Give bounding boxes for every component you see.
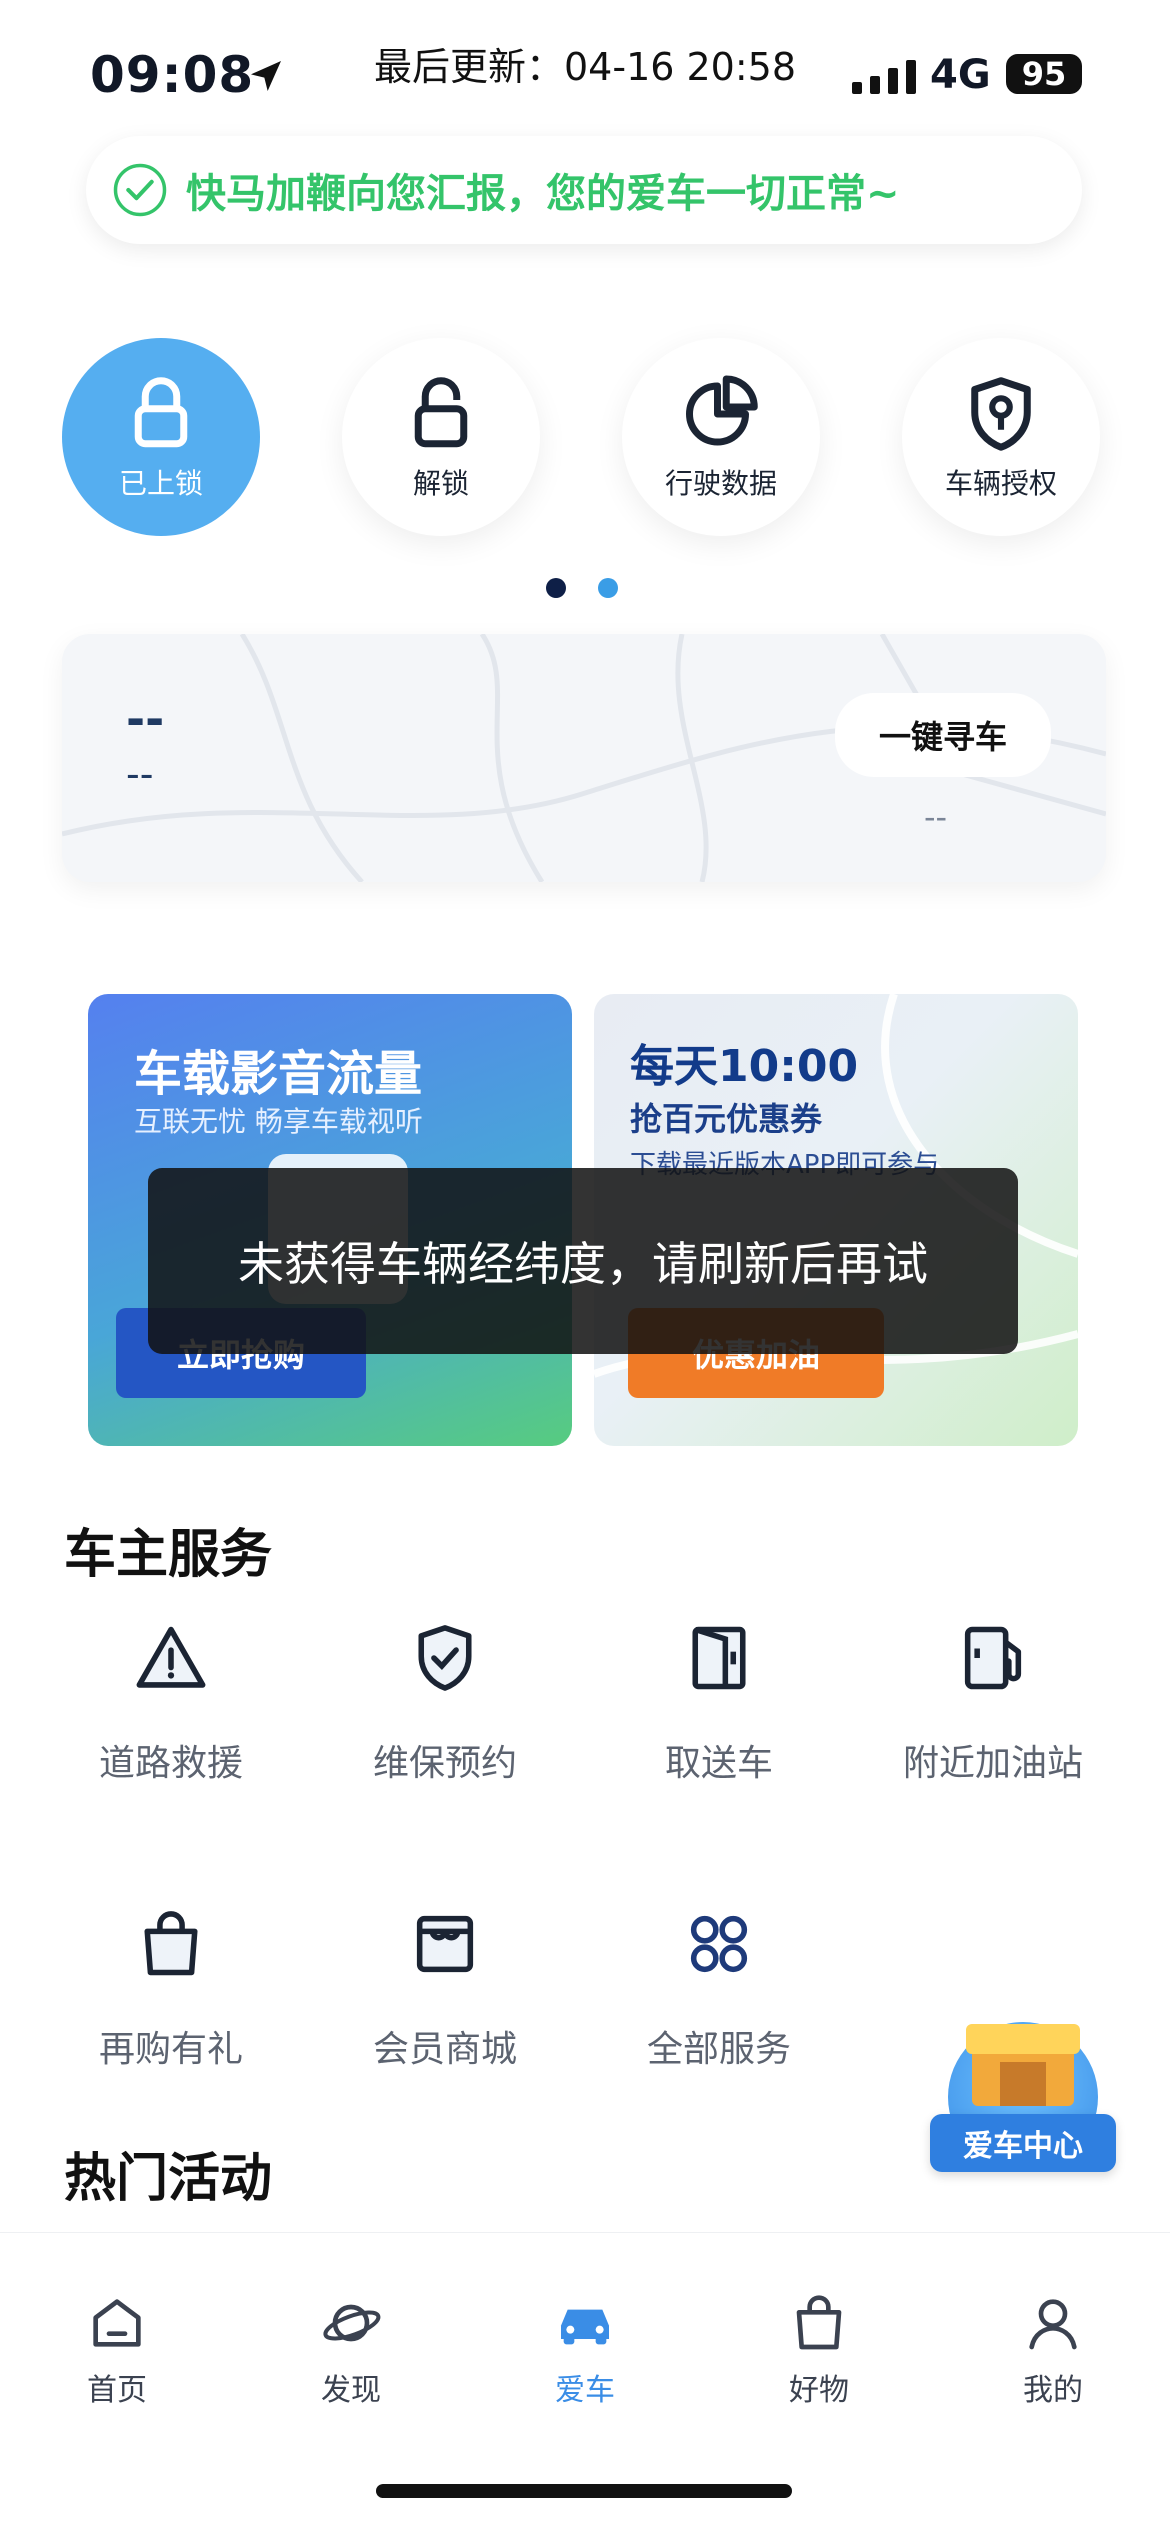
car-location-card: -- -- 一键寻车 -- — [62, 634, 1106, 882]
control-unlock[interactable]: 解锁 — [342, 338, 540, 536]
battery-icon: 95 — [1006, 54, 1082, 94]
car-center-label: 爱车中心 — [930, 2114, 1116, 2172]
door-icon — [692, 1626, 746, 1690]
lock-closed-icon — [134, 377, 188, 448]
check-circle-icon — [113, 163, 167, 217]
car-address: -- — [126, 692, 165, 746]
last-update-text: 最后更新：04-16 20:58 — [374, 45, 797, 89]
control-vehicle-auth[interactable]: 车辆授权 — [902, 338, 1100, 536]
promo-title: 车载影音流量 — [134, 1046, 423, 1102]
service-road-rescue[interactable]: 道路救援 — [36, 1620, 306, 1786]
find-car-button[interactable]: 一键寻车 — [832, 690, 1054, 780]
control-label: 解锁 — [412, 467, 469, 500]
status-banner-text: 快马加鞭向您汇报，您的爱车一切正常~ — [186, 171, 900, 217]
control-driving-data[interactable]: 行驶数据 — [622, 338, 820, 536]
garage-box-icon — [966, 2024, 1080, 2106]
shield-key-icon — [971, 377, 1031, 451]
home-icon — [93, 2299, 141, 2347]
page-indicator — [546, 578, 618, 598]
tab-home[interactable]: 首页 — [0, 2291, 234, 2409]
service-nearby-gas-station[interactable]: 附近加油站 — [858, 1620, 1128, 1786]
lock-open-icon — [414, 377, 468, 448]
car-address-detail: -- — [126, 752, 154, 796]
bag-icon — [796, 2295, 842, 2350]
page-dot-active[interactable] — [546, 578, 566, 598]
control-label: 车辆授权 — [944, 467, 1057, 500]
car-center-floating-button[interactable]: 爱车中心 — [930, 2004, 1116, 2190]
command-icon — [690, 1915, 748, 1973]
store-icon — [416, 1915, 474, 1973]
home-indicator[interactable] — [376, 2484, 792, 2498]
toast-message: 未获得车辆经纬度，请刷新后再试 — [148, 1168, 1018, 1354]
tab-label: 好物 — [789, 2373, 849, 2408]
promo-subtitle: 互联无忧 畅享车载视听 — [134, 1105, 423, 1138]
status-banner: 快马加鞭向您汇报，您的爱车一切正常~ — [86, 136, 1082, 244]
warning-triangle-icon — [136, 1626, 206, 1688]
fuel-pump-icon — [964, 1626, 1022, 1690]
service-label: 取送车 — [664, 1743, 773, 1784]
service-all-services[interactable]: 全部服务 — [584, 1906, 854, 2072]
status-time: 09:08 — [90, 46, 255, 104]
service-repurchase-gift[interactable]: 再购有礼 — [36, 1906, 306, 2072]
service-label: 维保预约 — [372, 1743, 517, 1784]
shield-check-icon — [418, 1625, 472, 1691]
service-label: 附近加油站 — [902, 1743, 1083, 1784]
location-arrow-icon — [251, 61, 281, 91]
control-locked[interactable]: 已上锁 — [62, 338, 260, 536]
promo-title: 每天10:00 — [630, 1041, 859, 1092]
service-pickup-delivery[interactable]: 取送车 — [584, 1620, 854, 1786]
car-icon — [561, 2309, 609, 2345]
user-icon — [1029, 2299, 1077, 2350]
shopping-bag-icon — [144, 1911, 198, 1976]
tab-label: 发现 — [321, 2373, 381, 2408]
planet-icon — [323, 2304, 381, 2342]
service-member-mall[interactable]: 会员商城 — [310, 1906, 580, 2072]
network-type: 4G — [930, 52, 991, 98]
signal-icon — [852, 58, 916, 94]
tab-profile[interactable]: 我的 — [936, 2291, 1170, 2409]
service-label: 道路救援 — [98, 1743, 243, 1784]
service-label: 全部服务 — [646, 2029, 791, 2070]
section-title-hot-activities: 热门活动 — [64, 2149, 273, 2209]
battery-level: 95 — [1021, 55, 1067, 93]
tab-label: 爱车 — [555, 2373, 615, 2408]
tab-my-car[interactable]: 爱车 — [468, 2291, 702, 2409]
control-label: 行驶数据 — [664, 467, 777, 500]
control-label: 已上锁 — [118, 467, 203, 500]
car-distance: -- — [924, 798, 948, 836]
page-dot[interactable] — [598, 578, 618, 598]
service-label: 再购有礼 — [98, 2029, 243, 2070]
tab-label: 首页 — [87, 2373, 147, 2408]
section-title-owner-services: 车主服务 — [64, 1525, 273, 1585]
service-label: 会员商城 — [372, 2029, 517, 2070]
promo-subtitle: 抢百元优惠券 — [630, 1100, 823, 1138]
service-maintenance[interactable]: 维保预约 — [310, 1620, 580, 1786]
tab-discover[interactable]: 发现 — [234, 2291, 468, 2409]
pie-chart-icon — [686, 375, 758, 446]
tab-label: 我的 — [1023, 2373, 1083, 2408]
tab-goods[interactable]: 好物 — [702, 2291, 936, 2409]
